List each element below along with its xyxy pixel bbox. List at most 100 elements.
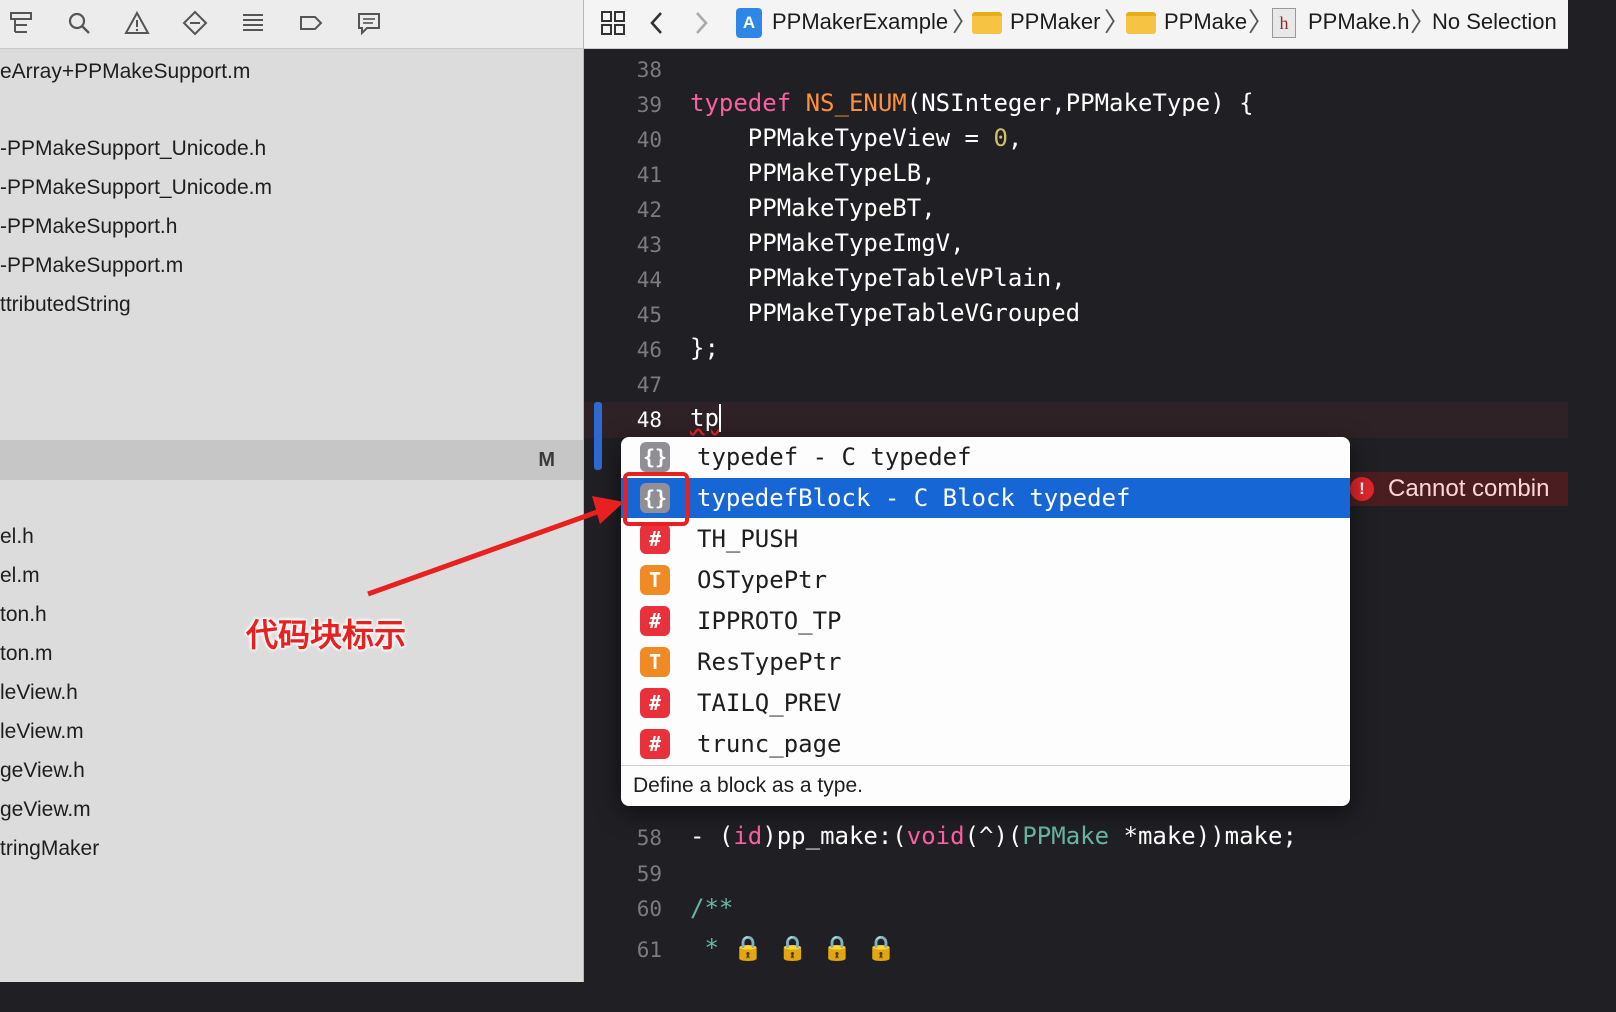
snippet-icon: {} bbox=[640, 442, 670, 472]
code-text: - ( bbox=[690, 822, 734, 850]
current-line-highlight bbox=[584, 402, 1568, 438]
code-line: * 🔒 🔒 🔒 🔒 bbox=[690, 934, 897, 962]
macro: NS_ENUM bbox=[805, 89, 907, 117]
group-row[interactable]: M bbox=[0, 440, 583, 480]
completion-label: ResTypePtr bbox=[697, 648, 842, 676]
line-number: 47 bbox=[636, 373, 662, 397]
crumb-project[interactable]: PPMakerExample bbox=[772, 0, 948, 44]
code-text: *make))make; bbox=[1109, 822, 1297, 850]
completion-label: TH_PUSH bbox=[697, 525, 799, 553]
file-item[interactable]: leView.m bbox=[0, 717, 84, 747]
file-item[interactable]: ton.h bbox=[0, 600, 47, 630]
crumb-file[interactable]: PPMake.h bbox=[1308, 0, 1410, 44]
error-icon: ! bbox=[1350, 477, 1374, 501]
code-line: PPMakeTypeView = 0, bbox=[690, 124, 1023, 152]
folder-icon bbox=[972, 12, 1002, 34]
line-number: 58 bbox=[636, 826, 662, 850]
code-line: PPMakeTypeBT, bbox=[690, 194, 936, 222]
diamond-icon[interactable] bbox=[180, 8, 210, 38]
text-cursor bbox=[718, 404, 721, 432]
tag-icon[interactable] bbox=[296, 8, 326, 38]
code-line: - (id)pp_make:(void(^)(PPMake *make))mak… bbox=[690, 822, 1297, 850]
completion-label: TAILQ_PREV bbox=[697, 689, 842, 717]
line-number: 43 bbox=[636, 233, 662, 257]
completion-item[interactable]: T OSTypePtr bbox=[621, 560, 1350, 600]
file-item[interactable]: el.m bbox=[0, 561, 40, 591]
line-number: 45 bbox=[636, 303, 662, 327]
crumb-symbol[interactable]: No Selection bbox=[1432, 0, 1557, 44]
project-navigator: eArray+PPMakeSupport.m -PPMakeSupport_Un… bbox=[0, 0, 584, 982]
keyword: void bbox=[906, 822, 965, 850]
macro-icon: # bbox=[640, 688, 670, 718]
completion-item-selected[interactable]: {} typedefBlock - C Block typedef bbox=[621, 478, 1350, 518]
typed-text: tp bbox=[690, 404, 719, 432]
code-text: , bbox=[1007, 124, 1023, 152]
file-item[interactable]: eArray+PPMakeSupport.m bbox=[0, 57, 250, 87]
completion-item[interactable]: T ResTypePtr bbox=[621, 642, 1350, 682]
file-item[interactable]: geView.m bbox=[0, 795, 91, 825]
line-number: 40 bbox=[636, 128, 662, 152]
message-icon[interactable] bbox=[354, 8, 384, 38]
completion-item[interactable]: # trunc_page bbox=[621, 724, 1350, 764]
completion-label: trunc_page bbox=[697, 730, 842, 758]
folder-icon bbox=[1126, 12, 1156, 34]
project-icon: A bbox=[736, 8, 762, 38]
file-item[interactable]: -PPMakeSupport.m bbox=[0, 251, 183, 281]
error-annotation[interactable]: ! Cannot combin bbox=[1350, 472, 1568, 506]
file-item[interactable]: tringMaker bbox=[0, 834, 99, 864]
code-line[interactable]: tp bbox=[690, 404, 721, 432]
completion-item[interactable]: {} typedef - C typedef bbox=[621, 437, 1350, 477]
jump-bar: A PPMakerExample 〉 PPMaker 〉 PPMake 〉 h … bbox=[584, 0, 1568, 49]
completion-item[interactable]: # TH_PUSH bbox=[621, 519, 1350, 559]
search-icon[interactable] bbox=[64, 8, 94, 38]
line-number: 42 bbox=[636, 198, 662, 222]
file-item[interactable]: el.h bbox=[0, 522, 34, 552]
code-line: PPMakeTypeTableVPlain, bbox=[690, 264, 1066, 292]
macro-icon: # bbox=[640, 729, 670, 759]
code-text: (^)( bbox=[964, 822, 1023, 850]
line-number: 48 bbox=[636, 408, 662, 432]
highlight-box bbox=[623, 472, 689, 526]
code-line: }; bbox=[690, 334, 719, 362]
file-item[interactable]: -PPMakeSupport.h bbox=[0, 212, 177, 242]
file-item[interactable]: -PPMakeSupport_Unicode.m bbox=[0, 173, 272, 203]
completion-description: Define a block as a type. bbox=[621, 765, 1350, 806]
completion-item[interactable]: # IPPROTO_TP bbox=[621, 601, 1350, 641]
error-message: Cannot combin bbox=[1388, 475, 1550, 502]
code-line: /** bbox=[690, 894, 734, 922]
forward-button[interactable] bbox=[684, 6, 718, 40]
line-number: 39 bbox=[636, 93, 662, 117]
warning-icon[interactable] bbox=[122, 8, 152, 38]
back-button[interactable] bbox=[640, 6, 674, 40]
line-number: 44 bbox=[636, 268, 662, 292]
code-line: PPMakeTypeImgV, bbox=[690, 229, 965, 257]
list-icon[interactable] bbox=[238, 8, 268, 38]
line-number: 61 bbox=[636, 938, 662, 962]
hierarchy-icon[interactable] bbox=[6, 8, 36, 38]
type-icon: T bbox=[640, 647, 670, 677]
file-item[interactable]: ttributedString bbox=[0, 290, 131, 320]
file-item[interactable]: leView.h bbox=[0, 678, 78, 708]
line-number: 46 bbox=[636, 338, 662, 362]
completion-label: IPPROTO_TP bbox=[697, 607, 842, 635]
line-number: 41 bbox=[636, 163, 662, 187]
code-completion-popup[interactable]: {} typedef - C typedef {} typedefBlock -… bbox=[621, 437, 1350, 806]
source-control-badge: M bbox=[538, 449, 555, 471]
completion-label: OSTypePtr bbox=[697, 566, 828, 594]
file-item[interactable]: ton.m bbox=[0, 639, 53, 669]
code-line: PPMakeTypeTableVGrouped bbox=[690, 299, 1081, 327]
file-item[interactable]: -PPMakeSupport_Unicode.h bbox=[0, 134, 266, 164]
completion-item[interactable]: # TAILQ_PREV bbox=[621, 683, 1350, 723]
completion-label: typedefBlock - C Block typedef bbox=[697, 484, 1131, 512]
line-number: 60 bbox=[636, 897, 662, 921]
class-name: PPMake bbox=[1022, 822, 1110, 850]
description-text: Define a block as a type. bbox=[633, 774, 863, 797]
crumb-folder[interactable]: PPMake bbox=[1164, 0, 1247, 44]
related-items-icon[interactable] bbox=[596, 6, 630, 40]
crumb-group[interactable]: PPMaker bbox=[1010, 0, 1100, 44]
code-text: )pp_make:( bbox=[762, 822, 907, 850]
file-item[interactable]: geView.h bbox=[0, 756, 85, 786]
line-number: 38 bbox=[636, 58, 662, 82]
code-line: PPMakeTypeLB, bbox=[690, 159, 936, 187]
completion-label: typedef - C typedef bbox=[697, 443, 972, 471]
